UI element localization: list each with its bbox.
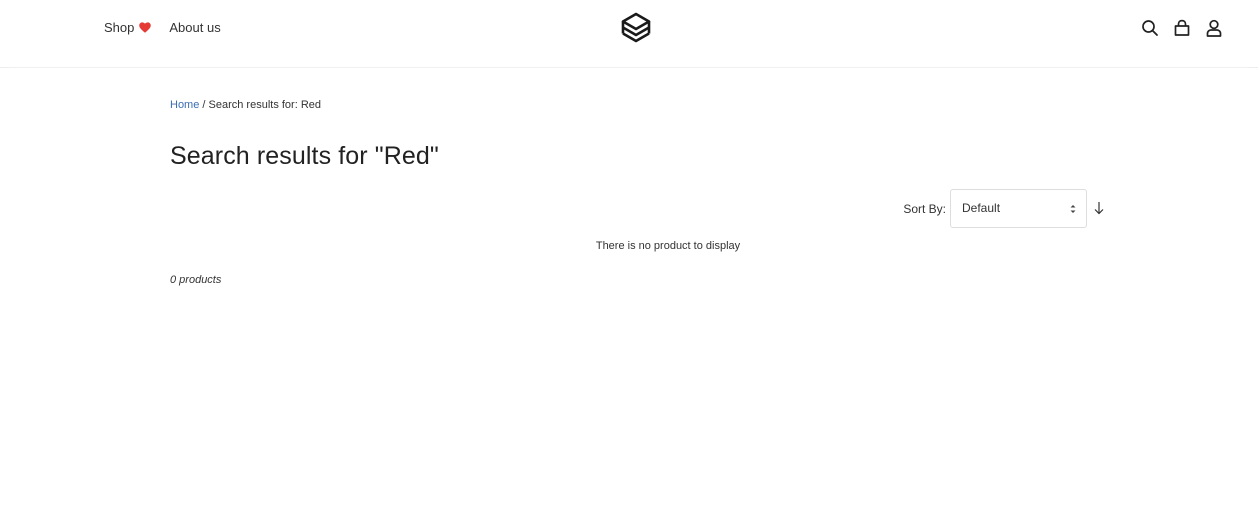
logo-icon[interactable]	[620, 12, 652, 46]
page-title: Search results for "Red"	[170, 142, 439, 170]
nav-about-link[interactable]: About us	[169, 20, 220, 35]
heart-icon	[139, 22, 152, 33]
breadcrumb-current: Search results for: Red	[208, 99, 322, 111]
sort-selected-value: Default	[962, 201, 1001, 215]
header-actions	[1140, 18, 1224, 38]
account-button[interactable]	[1204, 18, 1224, 38]
main-nav: Shop About us	[104, 20, 221, 35]
empty-results-message: There is no product to display	[595, 240, 741, 252]
site-header: Shop About us	[0, 0, 1258, 68]
user-icon	[1206, 19, 1222, 37]
arrow-down-icon[interactable]	[1094, 201, 1104, 215]
sort-select[interactable]: Default	[950, 189, 1087, 228]
product-count: 0 products	[170, 274, 222, 286]
cart-button[interactable]	[1172, 18, 1192, 38]
nav-about-label: About us	[169, 20, 221, 35]
shopping-bag-icon	[1174, 19, 1190, 36]
select-arrows-icon	[1070, 205, 1076, 213]
sort-label: Sort By:	[903, 202, 946, 216]
breadcrumb-separator: /	[199, 99, 209, 111]
search-button[interactable]	[1140, 18, 1160, 38]
search-icon	[1142, 20, 1158, 36]
main-content: Home / Search results for: Red Search re…	[170, 96, 1110, 286]
breadcrumb-home-link[interactable]: Home	[170, 99, 199, 111]
sort-toolbar: Sort By: Default	[170, 189, 1110, 229]
breadcrumb: Home / Search results for: Red	[170, 96, 1110, 114]
nav-shop-link[interactable]: Shop	[104, 20, 152, 35]
nav-shop-label: Shop	[104, 20, 135, 35]
